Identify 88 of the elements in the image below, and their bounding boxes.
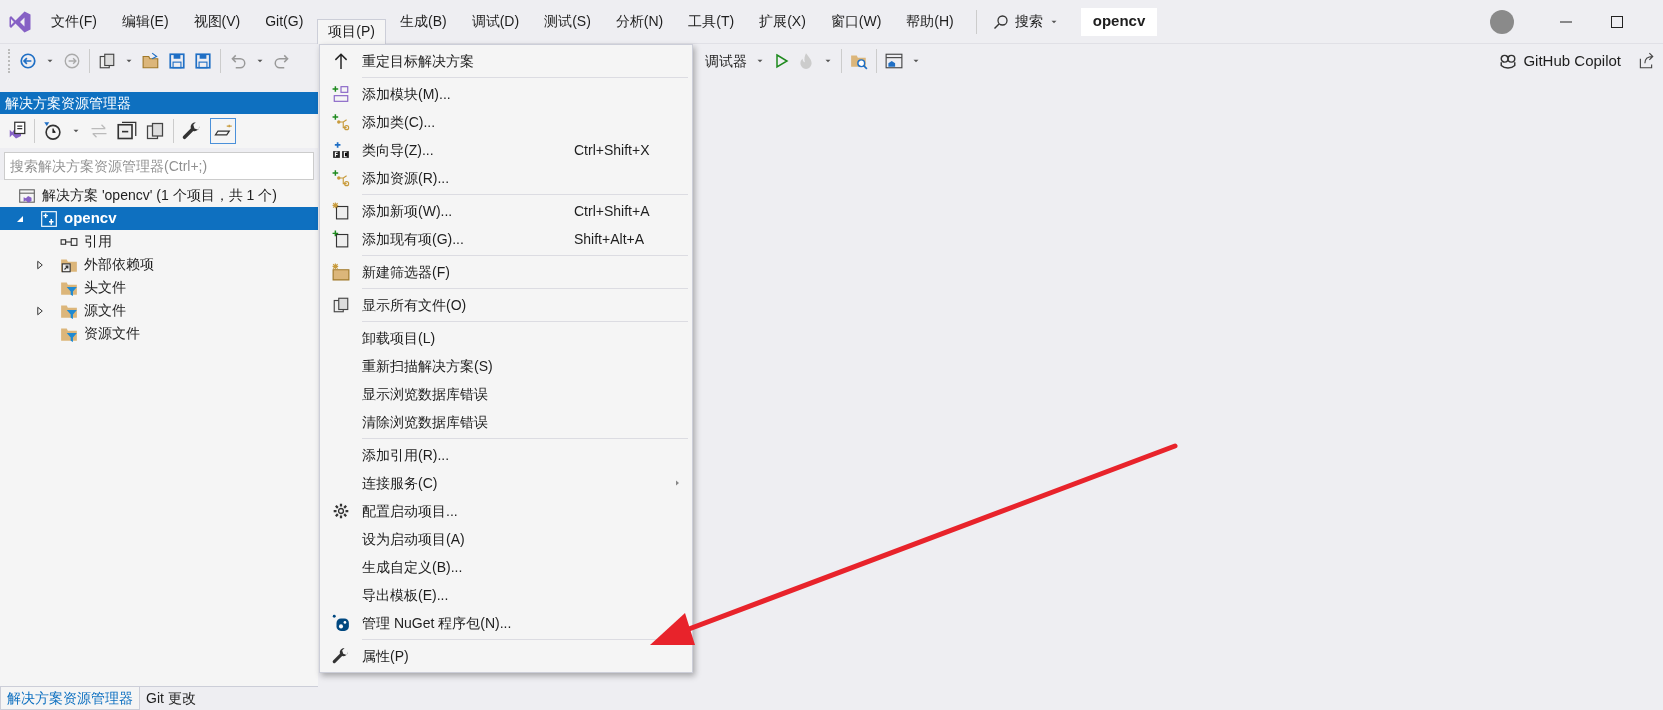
menu-bar-item[interactable]: 项目(P) xyxy=(317,18,386,44)
shortcut-label: Shift+Alt+A xyxy=(574,229,646,249)
menu-item[interactable]: 新建筛选器(F) xyxy=(320,258,610,286)
up-arrow-icon xyxy=(332,52,350,70)
folder-search-icon[interactable] xyxy=(850,52,868,70)
menu-item[interactable]: 类向导(Z)... Ctrl+Shift+X xyxy=(320,136,692,164)
menu-item[interactable]: 配置启动项目... xyxy=(320,497,610,525)
menu-bar-item[interactable]: 调试(D) xyxy=(460,9,531,34)
search-field[interactable]: 搜索解决方案资源管理器(Ctrl+;) xyxy=(4,152,314,180)
add-class-icon xyxy=(332,169,350,187)
menu-item[interactable]: 添加模块(M)... xyxy=(320,80,610,108)
save-icon[interactable] xyxy=(168,52,186,70)
add-module-icon xyxy=(332,85,350,103)
add-class-icon xyxy=(332,113,350,131)
copilot-button[interactable]: GitHub Copilot xyxy=(1499,49,1621,73)
settings-icon xyxy=(332,502,350,520)
tree-item[interactable]: 解决方案 'opencv' (1 个项目，共 1 个) xyxy=(42,185,277,206)
tree-item[interactable]: 源文件 xyxy=(84,300,126,321)
class-wizard-icon xyxy=(332,141,350,159)
tree-item[interactable]: 外部依赖项 xyxy=(84,254,154,275)
menu-item[interactable]: 连接服务(C) xyxy=(320,469,692,497)
menu-item[interactable]: 添加资源(R)... xyxy=(320,164,610,192)
maximize-icon[interactable] xyxy=(1609,13,1625,30)
back-icon[interactable] xyxy=(19,52,37,70)
tree-item[interactable]: 引用 xyxy=(84,231,112,252)
share-icon[interactable] xyxy=(1637,52,1655,70)
menu-item[interactable]: 设为启动项目(A) xyxy=(320,525,610,553)
save-all-icon[interactable] xyxy=(194,52,212,70)
menu-item[interactable]: 导出模板(E)... xyxy=(320,581,610,609)
menu-item[interactable]: 添加引用(R)... xyxy=(320,441,610,469)
existing-item-icon xyxy=(332,230,350,248)
collapsed-icon[interactable] xyxy=(34,258,46,271)
solution-icon xyxy=(18,186,36,205)
debugger-label: 调试器 xyxy=(705,51,747,71)
new-files-icon[interactable] xyxy=(98,52,116,70)
menu-item[interactable]: 管理 NuGet 程序包(N)... xyxy=(320,609,610,637)
show-all-files-icon[interactable] xyxy=(145,121,165,141)
menu-bar-item[interactable]: 视图(V) xyxy=(182,9,252,34)
menu-bar-item[interactable]: 文件(F) xyxy=(40,9,108,34)
search-button[interactable]: 搜索 xyxy=(984,8,1067,35)
shortcut-label: Ctrl+Shift+X xyxy=(574,140,651,160)
menu-bar-item[interactable]: 扩展(X) xyxy=(748,9,817,34)
search-icon xyxy=(992,13,1009,30)
menu-item[interactable]: 显示所有文件(O) xyxy=(320,291,610,319)
package-icon xyxy=(332,614,350,632)
tree-item-row[interactable]: opencv xyxy=(0,207,318,230)
show-all-files-icon xyxy=(332,296,350,314)
menu-item[interactable]: 添加类(C)... xyxy=(320,108,610,136)
new-item-icon xyxy=(332,202,350,220)
menu-bar-item[interactable]: Git(G) xyxy=(254,9,315,34)
panel-tab[interactable]: 解决方案资源管理器 xyxy=(0,687,140,710)
window-home-icon[interactable] xyxy=(885,52,903,70)
menu-bar-item[interactable]: 帮助(H) xyxy=(895,9,965,34)
menu-bar-item[interactable]: 分析(N) xyxy=(604,9,675,34)
tree-item[interactable]: 资源文件 xyxy=(84,323,140,344)
shortcut-label: Ctrl+Shift+A xyxy=(574,201,651,221)
menu-item[interactable]: 重新扫描解决方案(S) xyxy=(320,352,610,380)
app-logo-icon xyxy=(8,9,32,34)
redo-icon[interactable] xyxy=(273,52,291,70)
menu-bar-item[interactable]: 工具(T) xyxy=(677,9,746,34)
wrench-icon xyxy=(332,647,350,665)
avatar[interactable] xyxy=(1490,9,1514,34)
open-folder-icon[interactable] xyxy=(142,52,160,70)
collapsed-icon[interactable] xyxy=(34,304,46,317)
collapse-all-icon[interactable] xyxy=(117,121,137,141)
menu-item[interactable]: 卸载项目(L) xyxy=(320,324,610,352)
project-icon xyxy=(40,209,58,228)
menu-bar-item[interactable]: 生成(B) xyxy=(389,9,458,34)
menu-item[interactable]: 属性(P) xyxy=(320,642,610,670)
menu-item[interactable]: 清除浏览数据库错误 xyxy=(320,408,610,436)
panel-tab[interactable]: Git 更改 xyxy=(140,687,202,710)
menu-bar-item[interactable]: 窗口(W) xyxy=(819,9,893,34)
tree-item-label: opencv xyxy=(64,208,117,229)
menu-bar-item[interactable]: 编辑(E) xyxy=(110,9,180,34)
history-icon[interactable] xyxy=(43,121,63,141)
menu-item[interactable]: 添加新项(W)... Ctrl+Shift+A xyxy=(320,197,692,225)
menu-bar-item[interactable]: 测试(S) xyxy=(533,9,602,34)
panel-title: 解决方案资源管理器 xyxy=(0,92,318,114)
menu-item[interactable]: 显示浏览数据库错误 xyxy=(320,380,610,408)
copilot-icon xyxy=(1499,52,1518,70)
new-folder-icon xyxy=(332,263,350,281)
solution-name-label: opencv xyxy=(1080,7,1158,36)
tree-item[interactable]: 头文件 xyxy=(84,277,126,298)
undo-icon[interactable] xyxy=(229,52,247,70)
menu-item[interactable]: 生成自定义(B)... xyxy=(320,553,610,581)
menu-item[interactable]: 添加现有项(G)... Shift+Alt+A xyxy=(320,225,692,253)
start-icon[interactable] xyxy=(773,53,789,69)
menu-item[interactable]: 重定目标解决方案 xyxy=(320,47,610,75)
